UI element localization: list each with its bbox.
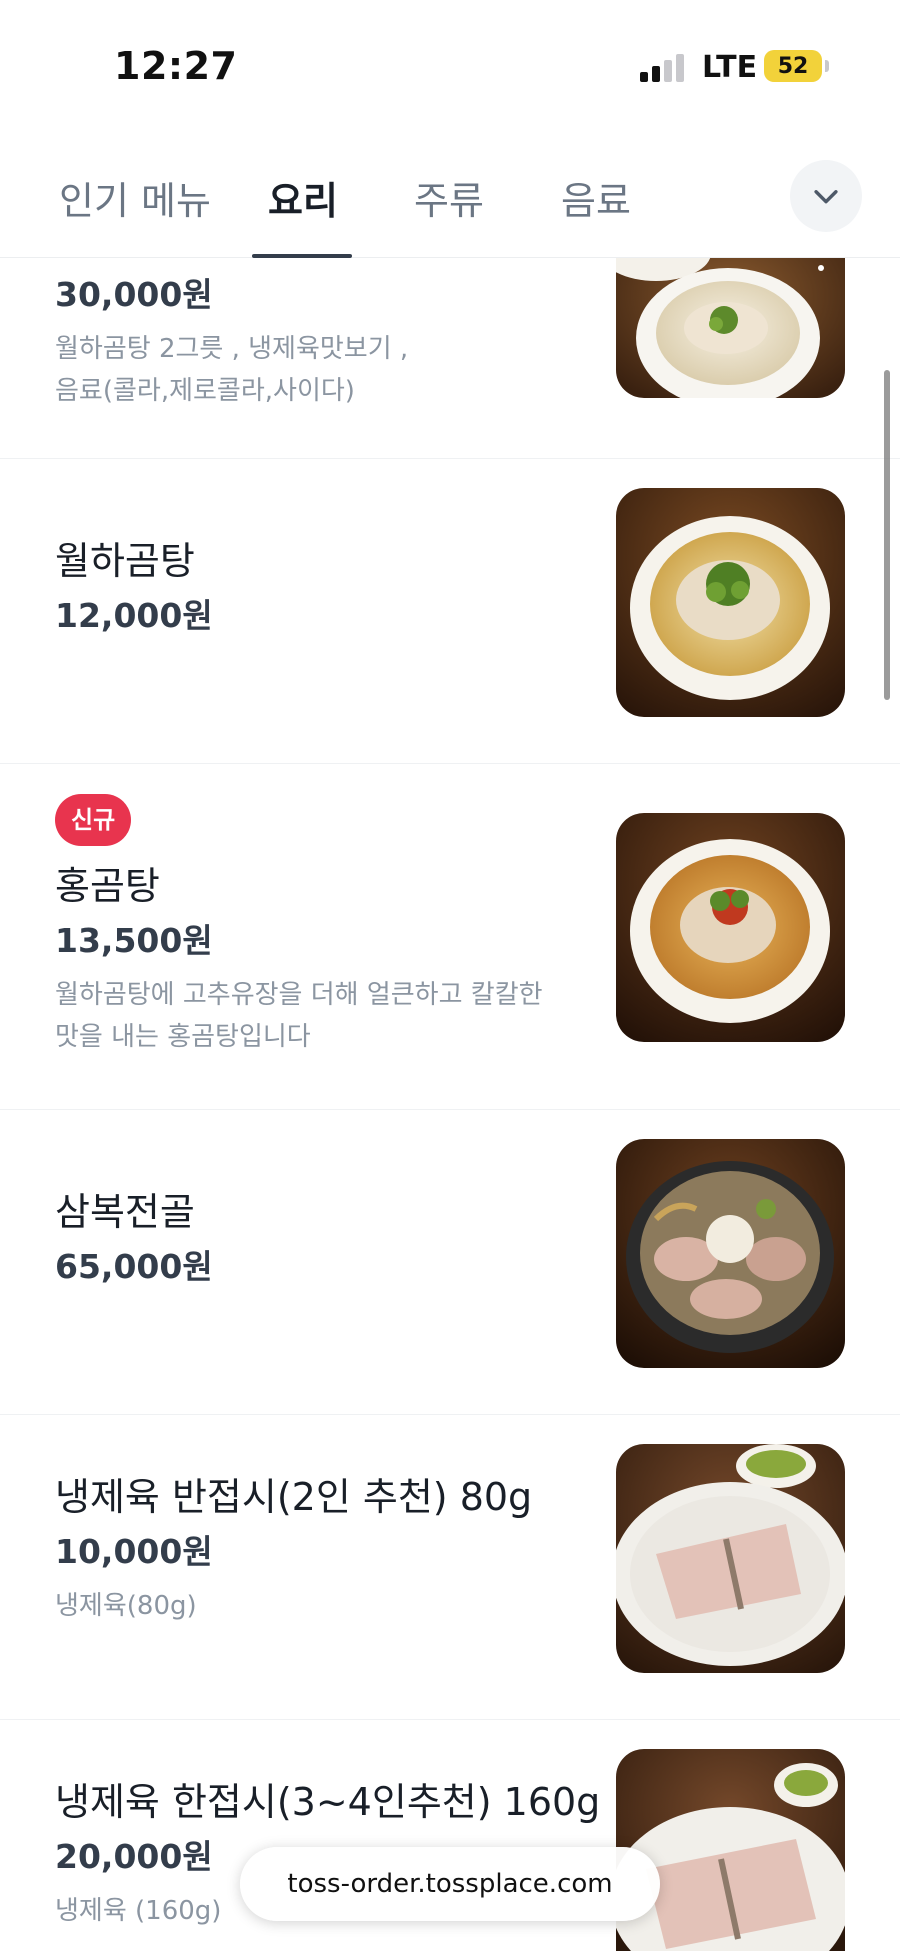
menu-item-text: 냉제육 반접시(2인 추천) 80g 10,000원 냉제육(80g) — [55, 1471, 575, 1627]
cellular-signal-icon — [640, 52, 686, 82]
menu-item-price: 65,000원 — [55, 1247, 213, 1286]
category-tab-bar: 인기 메뉴 요리 주류 음료 — [0, 130, 900, 258]
tab-dishes[interactable]: 요리 — [268, 170, 338, 225]
menu-item-description: 월하곰탕 2그릇 , 냉제육맛보기 , 음료(콜라,제로콜라,사이다) — [55, 328, 575, 412]
naengjeyuk-full-photo — [616, 1749, 845, 1951]
new-badge: 신규 — [55, 794, 132, 846]
menu-item-text: 삼복전골 65,000원 — [55, 1186, 575, 1292]
menu-item-name: 냉제육 반접시(2인 추천) 80g — [55, 1475, 533, 1519]
menu-item-price: 30,000원 — [55, 275, 213, 314]
description-line: 음료(콜라,제로콜라,사이다) — [55, 376, 355, 406]
description-line: 냉제육(80g) — [55, 1591, 197, 1621]
menu-item-price: 13,500원 — [55, 921, 213, 960]
menu-item-description: 월하곰탕에 고추유장을 더해 얼큰하고 칼칼한 맛을 내는 홍곰탕입니다 — [55, 974, 575, 1058]
description-line: 월하곰탕에 고추유장을 더해 얼큰하고 칼칼한 — [55, 980, 543, 1010]
hong-gomtang-photo — [616, 813, 845, 1042]
status-bar: 12:27 LTE 52 — [0, 0, 900, 130]
scrollbar[interactable] — [884, 370, 890, 700]
menu-item[interactable]: 신규 홍곰탕 13,500원 월하곰탕에 고추유장을 더해 얼큰하고 칼칼한 맛… — [0, 764, 900, 1110]
tab-beverages[interactable]: 음료 — [561, 170, 631, 225]
menu-item-price: 10,000원 — [55, 1532, 213, 1571]
network-label: LTE — [702, 50, 758, 85]
menu-item-text: 신규 홍곰탕 13,500원 월하곰탕에 고추유장을 더해 얼큰하고 칼칼한 맛… — [55, 794, 575, 1058]
battery-tip — [825, 60, 829, 72]
chevron-down-icon — [814, 190, 838, 204]
menu-item-price: 12,000원 — [55, 596, 213, 635]
menu-list: 30,000원 월하곰탕 2그릇 , 냉제육맛보기 , 음료(콜라,제로콜라,사… — [0, 258, 900, 1951]
menu-item-name: 월하곰탕 — [55, 539, 195, 583]
tab-popular-menu[interactable]: 인기 메뉴 — [59, 170, 211, 225]
gomtang-set-photo — [616, 258, 845, 398]
menu-item-name: 홍곰탕 — [55, 864, 160, 908]
menu-item[interactable]: 30,000원 월하곰탕 2그릇 , 냉제육맛보기 , 음료(콜라,제로콜라,사… — [0, 258, 900, 459]
menu-item-text: 30,000원 월하곰탕 2그릇 , 냉제육맛보기 , 음료(콜라,제로콜라,사… — [55, 266, 575, 412]
menu-item-name: 냉제육 한접시(3~4인추천) 160g — [55, 1780, 601, 1824]
gomtang-photo — [616, 488, 845, 717]
menu-item-description: 냉제육(80g) — [55, 1585, 575, 1627]
description-line: 맛을 내는 홍곰탕입니다 — [55, 1022, 311, 1052]
menu-item-name: 삼복전골 — [55, 1190, 195, 1234]
tab-alcohol[interactable]: 주류 — [414, 170, 484, 225]
url-bar[interactable]: toss-order.tossplace.com — [240, 1847, 660, 1921]
naengjeyuk-half-photo — [616, 1444, 845, 1673]
expand-categories-button[interactable] — [790, 160, 862, 232]
sambok-jeongol-photo — [616, 1139, 845, 1368]
description-line: 월하곰탕 2그릇 , 냉제육맛보기 , — [55, 334, 409, 364]
menu-item[interactable]: 냉제육 반접시(2인 추천) 80g 10,000원 냉제육(80g) — [0, 1415, 900, 1720]
menu-item[interactable]: 삼복전골 65,000원 — [0, 1110, 900, 1415]
active-tab-indicator — [252, 254, 352, 258]
menu-item[interactable]: 월하곰탕 12,000원 — [0, 459, 900, 764]
battery-icon: 52 — [764, 50, 822, 82]
clock: 12:27 — [114, 44, 238, 88]
menu-item-text: 월하곰탕 12,000원 — [55, 535, 575, 641]
